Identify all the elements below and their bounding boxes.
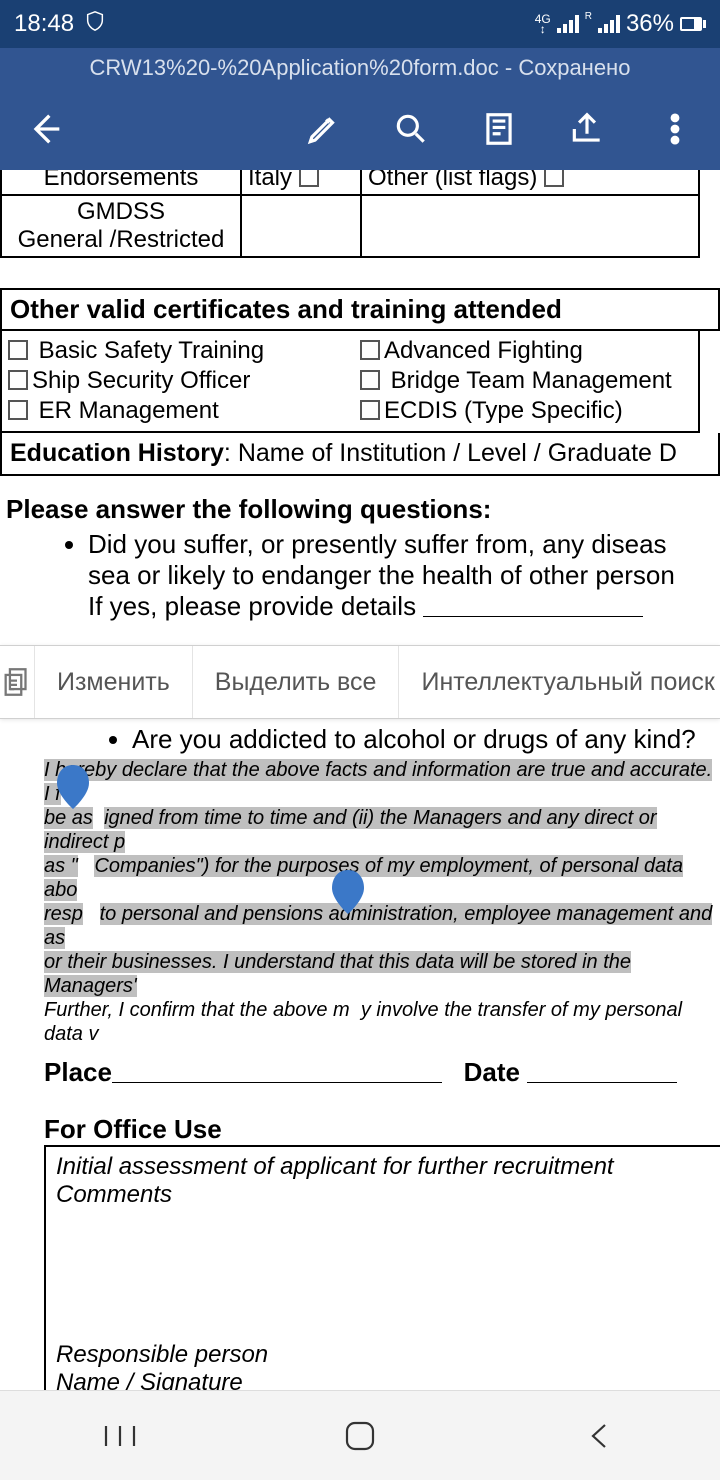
document-viewport[interactable]: Endorsements Italy Other (list flags) GM…	[0, 170, 720, 1390]
system-nav-bar	[0, 1390, 720, 1480]
checkbox-icon[interactable]	[360, 370, 380, 390]
cert-col-right: Advanced Fighting Bridge Team Management…	[360, 335, 692, 427]
checkbox-icon[interactable]	[544, 170, 564, 187]
checkbox-icon[interactable]	[299, 170, 319, 187]
education-row: Education History: Name of Institution /…	[0, 433, 720, 476]
cert-item: Basic Safety Training	[39, 337, 264, 364]
home-button[interactable]	[300, 1419, 420, 1453]
edit-icon[interactable]	[304, 110, 342, 148]
cell-gmdss: GMDSS	[8, 198, 234, 226]
office-use-box: Initial assessment of applicant for furt…	[44, 1145, 720, 1390]
roaming-indicator: R	[585, 11, 592, 22]
checkbox-icon[interactable]	[8, 370, 28, 390]
question-list-2: Are you addicted to alcohol or drugs of …	[44, 724, 720, 755]
overflow-menu-icon[interactable]	[656, 110, 694, 148]
selection-handle-end[interactable]	[330, 870, 366, 914]
checkbox-icon[interactable]	[360, 340, 380, 360]
office-line: Name / Signature	[56, 1369, 243, 1390]
cert-col-left: Basic Safety Training Ship Security Offi…	[8, 335, 340, 427]
cell-italy: Italy	[248, 170, 292, 191]
cell-other-flags: Other (list flags)	[368, 170, 537, 191]
cert-item: ECDIS (Type Specific)	[384, 397, 623, 424]
checkbox-icon[interactable]	[360, 400, 380, 420]
app-toolbar	[0, 88, 720, 170]
menu-edit[interactable]: Изменить	[35, 646, 193, 718]
questions-header: Please answer the following questions:	[0, 494, 720, 525]
document-title-bar: CRW13%20-%20Application%20form.doc - Сох…	[0, 48, 720, 88]
recents-button[interactable]	[60, 1422, 180, 1450]
selection-handle-start[interactable]	[55, 765, 91, 809]
cell-endorsements: Endorsements	[1, 170, 241, 195]
declaration-text[interactable]: I hereby declare that the above facts an…	[44, 757, 720, 1047]
office-line: Initial assessment of applicant for furt…	[56, 1153, 720, 1181]
office-line: Comments	[56, 1181, 720, 1209]
place-date-row: Place Date	[44, 1057, 720, 1088]
battery-icon	[680, 17, 706, 31]
cert-item: Bridge Team Management	[391, 367, 672, 394]
question-1: Did you suffer, or presently suffer from…	[88, 529, 720, 622]
signal-icon-2	[598, 15, 620, 33]
cert-item: Ship Security Officer	[32, 367, 250, 394]
certificates-box: Basic Safety Training Ship Security Offi…	[0, 331, 700, 433]
search-icon[interactable]	[392, 110, 430, 148]
status-bar: 18:48 4G ↕ R 36%	[0, 0, 720, 48]
selection-toolbar: Изменить Выделить все Интеллектуальный п…	[0, 645, 720, 719]
signal-icon	[557, 15, 579, 33]
checkbox-icon[interactable]	[8, 400, 28, 420]
office-line: Responsible person	[56, 1341, 720, 1369]
document-title: CRW13%20-%20Application%20form.doc - Сох…	[90, 55, 631, 81]
menu-select-all[interactable]: Выделить все	[193, 646, 400, 718]
checkbox-icon[interactable]	[8, 340, 28, 360]
office-use-header: For Office Use	[44, 1114, 720, 1145]
clock: 18:48	[14, 10, 74, 38]
cert-item: ER Management	[39, 397, 219, 424]
network-4g: 4G ↕	[535, 14, 551, 34]
share-icon[interactable]	[568, 110, 606, 148]
flags-table: Endorsements Italy Other (list flags) GM…	[0, 170, 700, 258]
shield-icon	[84, 10, 106, 39]
copy-icon[interactable]	[0, 646, 35, 718]
question-2: Are you addicted to alcohol or drugs of …	[132, 724, 720, 755]
question-list: Did you suffer, or presently suffer from…	[0, 529, 720, 622]
cell-gmdss-sub: General /Restricted	[8, 226, 234, 254]
back-button[interactable]	[26, 109, 66, 149]
reading-view-icon[interactable]	[480, 110, 518, 148]
cert-item: Advanced Fighting	[384, 337, 583, 364]
battery-percent: 36%	[626, 10, 674, 38]
certificates-header: Other valid certificates and training at…	[0, 288, 720, 331]
menu-smart-lookup[interactable]: Интеллектуальный поиск	[399, 646, 720, 718]
back-button-system[interactable]	[540, 1421, 660, 1451]
